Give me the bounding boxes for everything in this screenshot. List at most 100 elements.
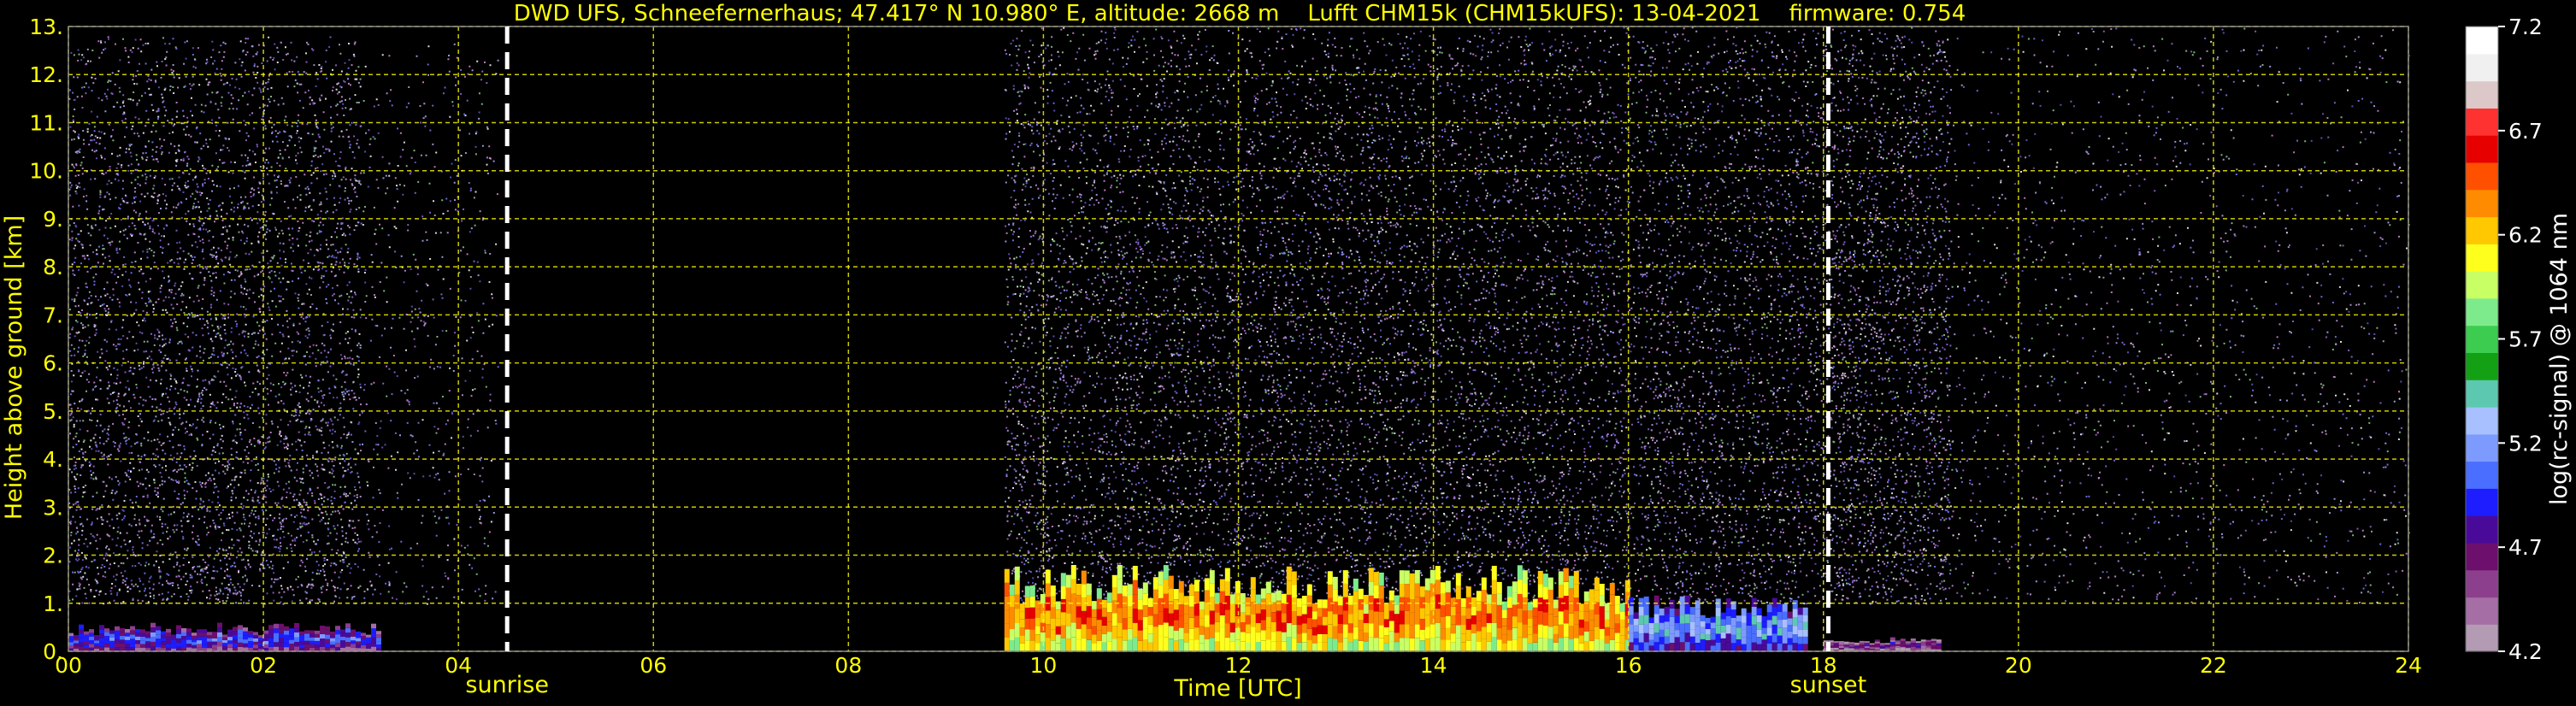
aerosol-cell (1358, 609, 1364, 621)
aerosol-cell (1583, 621, 1589, 632)
aerosol-cell (197, 636, 202, 641)
x-axis-label: Time [UTC] (1173, 675, 1301, 702)
aerosol-cell (1674, 644, 1680, 651)
aerosol-cell (1741, 622, 1747, 630)
aerosol-cell (238, 625, 243, 630)
aerosol-cell (1792, 617, 1798, 627)
aerosol-cell (1414, 610, 1420, 625)
aerosol-cell (222, 634, 227, 638)
aerosol-cell (1604, 627, 1610, 636)
aerosol-cell (1633, 638, 1639, 645)
aerosol-cell (79, 624, 84, 629)
aerosol-cell (1609, 639, 1615, 651)
aerosol-cell (1599, 639, 1605, 651)
aerosol-cell (243, 639, 248, 644)
aerosol-cell (1158, 624, 1164, 638)
aerosol-cell (1624, 580, 1630, 592)
aerosol-cell (371, 628, 376, 633)
aerosol-cell (1869, 643, 1875, 645)
aerosol-cell (289, 636, 294, 640)
aerosol-cell (1558, 585, 1564, 598)
aerosol-cell (150, 622, 156, 628)
aerosol-cell (68, 636, 74, 639)
aerosol-cell (1746, 612, 1752, 620)
aerosol-cell (1440, 605, 1446, 617)
aerosol-cell (1895, 645, 1901, 648)
aerosol-cell (1653, 623, 1659, 633)
aerosol-cell (1045, 610, 1051, 625)
aerosol-cell (156, 638, 161, 644)
aerosol-cell (1787, 625, 1793, 632)
aerosol-cell (1450, 615, 1456, 625)
aerosol-cell (289, 628, 294, 632)
aerosol-cell (192, 644, 197, 649)
aerosol-cell (1583, 611, 1589, 621)
aerosol-cell (1394, 604, 1400, 615)
aerosol-cell (1388, 590, 1394, 601)
aerosol-cell (1086, 628, 1092, 640)
aerosol-cell (1730, 617, 1736, 627)
aerosol-cell (1679, 615, 1685, 624)
aerosol-cell (1317, 642, 1323, 651)
aerosol-cell (1076, 628, 1082, 640)
aerosol-cell (1920, 645, 1926, 648)
aerosol-cell (89, 640, 94, 644)
aerosol-cell (1517, 580, 1523, 594)
aerosol-cell (1255, 632, 1261, 642)
aerosol-cell (1910, 638, 1916, 641)
aerosol-cell (1761, 621, 1767, 628)
aerosol-cell (1383, 603, 1389, 611)
aerosol-cell (1060, 598, 1066, 613)
aerosol-cell (1188, 617, 1194, 629)
aerosol-cell (1173, 640, 1179, 651)
colorbar-segment (2466, 271, 2498, 299)
aerosol-cell (366, 640, 371, 644)
aerosol-cell (1070, 637, 1076, 651)
aerosol-cell (233, 631, 238, 635)
aerosol-cell (1720, 632, 1726, 638)
aerosol-cell (1419, 608, 1425, 619)
aerosol-cell (1558, 638, 1564, 651)
aerosol-cell (1178, 627, 1184, 640)
aerosol-cell (1869, 647, 1875, 649)
aerosol-cell (145, 634, 150, 638)
aerosol-cell (1147, 615, 1153, 625)
aerosol-cell (1291, 597, 1297, 612)
aerosol-cell (1460, 607, 1466, 616)
aerosol-cell (1782, 620, 1788, 628)
aerosol-cell (1163, 565, 1169, 580)
aerosol-cell (1720, 625, 1726, 632)
aerosol-cell (330, 638, 335, 642)
aerosol-cell (1864, 641, 1870, 644)
aerosol-cell (1024, 640, 1030, 651)
aerosol-cell (1373, 585, 1379, 599)
aerosol-cell (1777, 620, 1783, 628)
aerosol-cell (1183, 642, 1189, 651)
aerosol-cell (130, 638, 135, 644)
aerosol-cell (1224, 581, 1230, 596)
aerosol-cell (181, 639, 186, 644)
aerosol-cell (1684, 623, 1690, 633)
aerosol-cell (1219, 603, 1225, 615)
aerosol-cell (1874, 645, 1880, 648)
aerosol-cell (1599, 606, 1605, 618)
aerosol-cell (351, 644, 356, 648)
aerosol-cell (1553, 625, 1559, 634)
aerosol-cell (335, 643, 340, 648)
aerosol-cell (217, 627, 222, 632)
aerosol-cell (1864, 643, 1870, 645)
aerosol-cell (1342, 570, 1348, 584)
aerosol-cell (1705, 617, 1711, 624)
aerosol-cell (1004, 637, 1010, 651)
aerosol-cell (1394, 632, 1400, 643)
aerosol-cell (130, 630, 135, 635)
aerosol-cell (320, 643, 325, 647)
aerosol-cell (1761, 616, 1767, 622)
aerosol-cell (1643, 596, 1649, 606)
aerosol-cell (1931, 644, 1936, 648)
aerosol-cell (1214, 632, 1220, 642)
aerosol-cell (84, 638, 89, 642)
aerosol-cell (1158, 571, 1164, 585)
aerosol-cell (1633, 619, 1639, 626)
aerosol-cell (1782, 643, 1788, 651)
